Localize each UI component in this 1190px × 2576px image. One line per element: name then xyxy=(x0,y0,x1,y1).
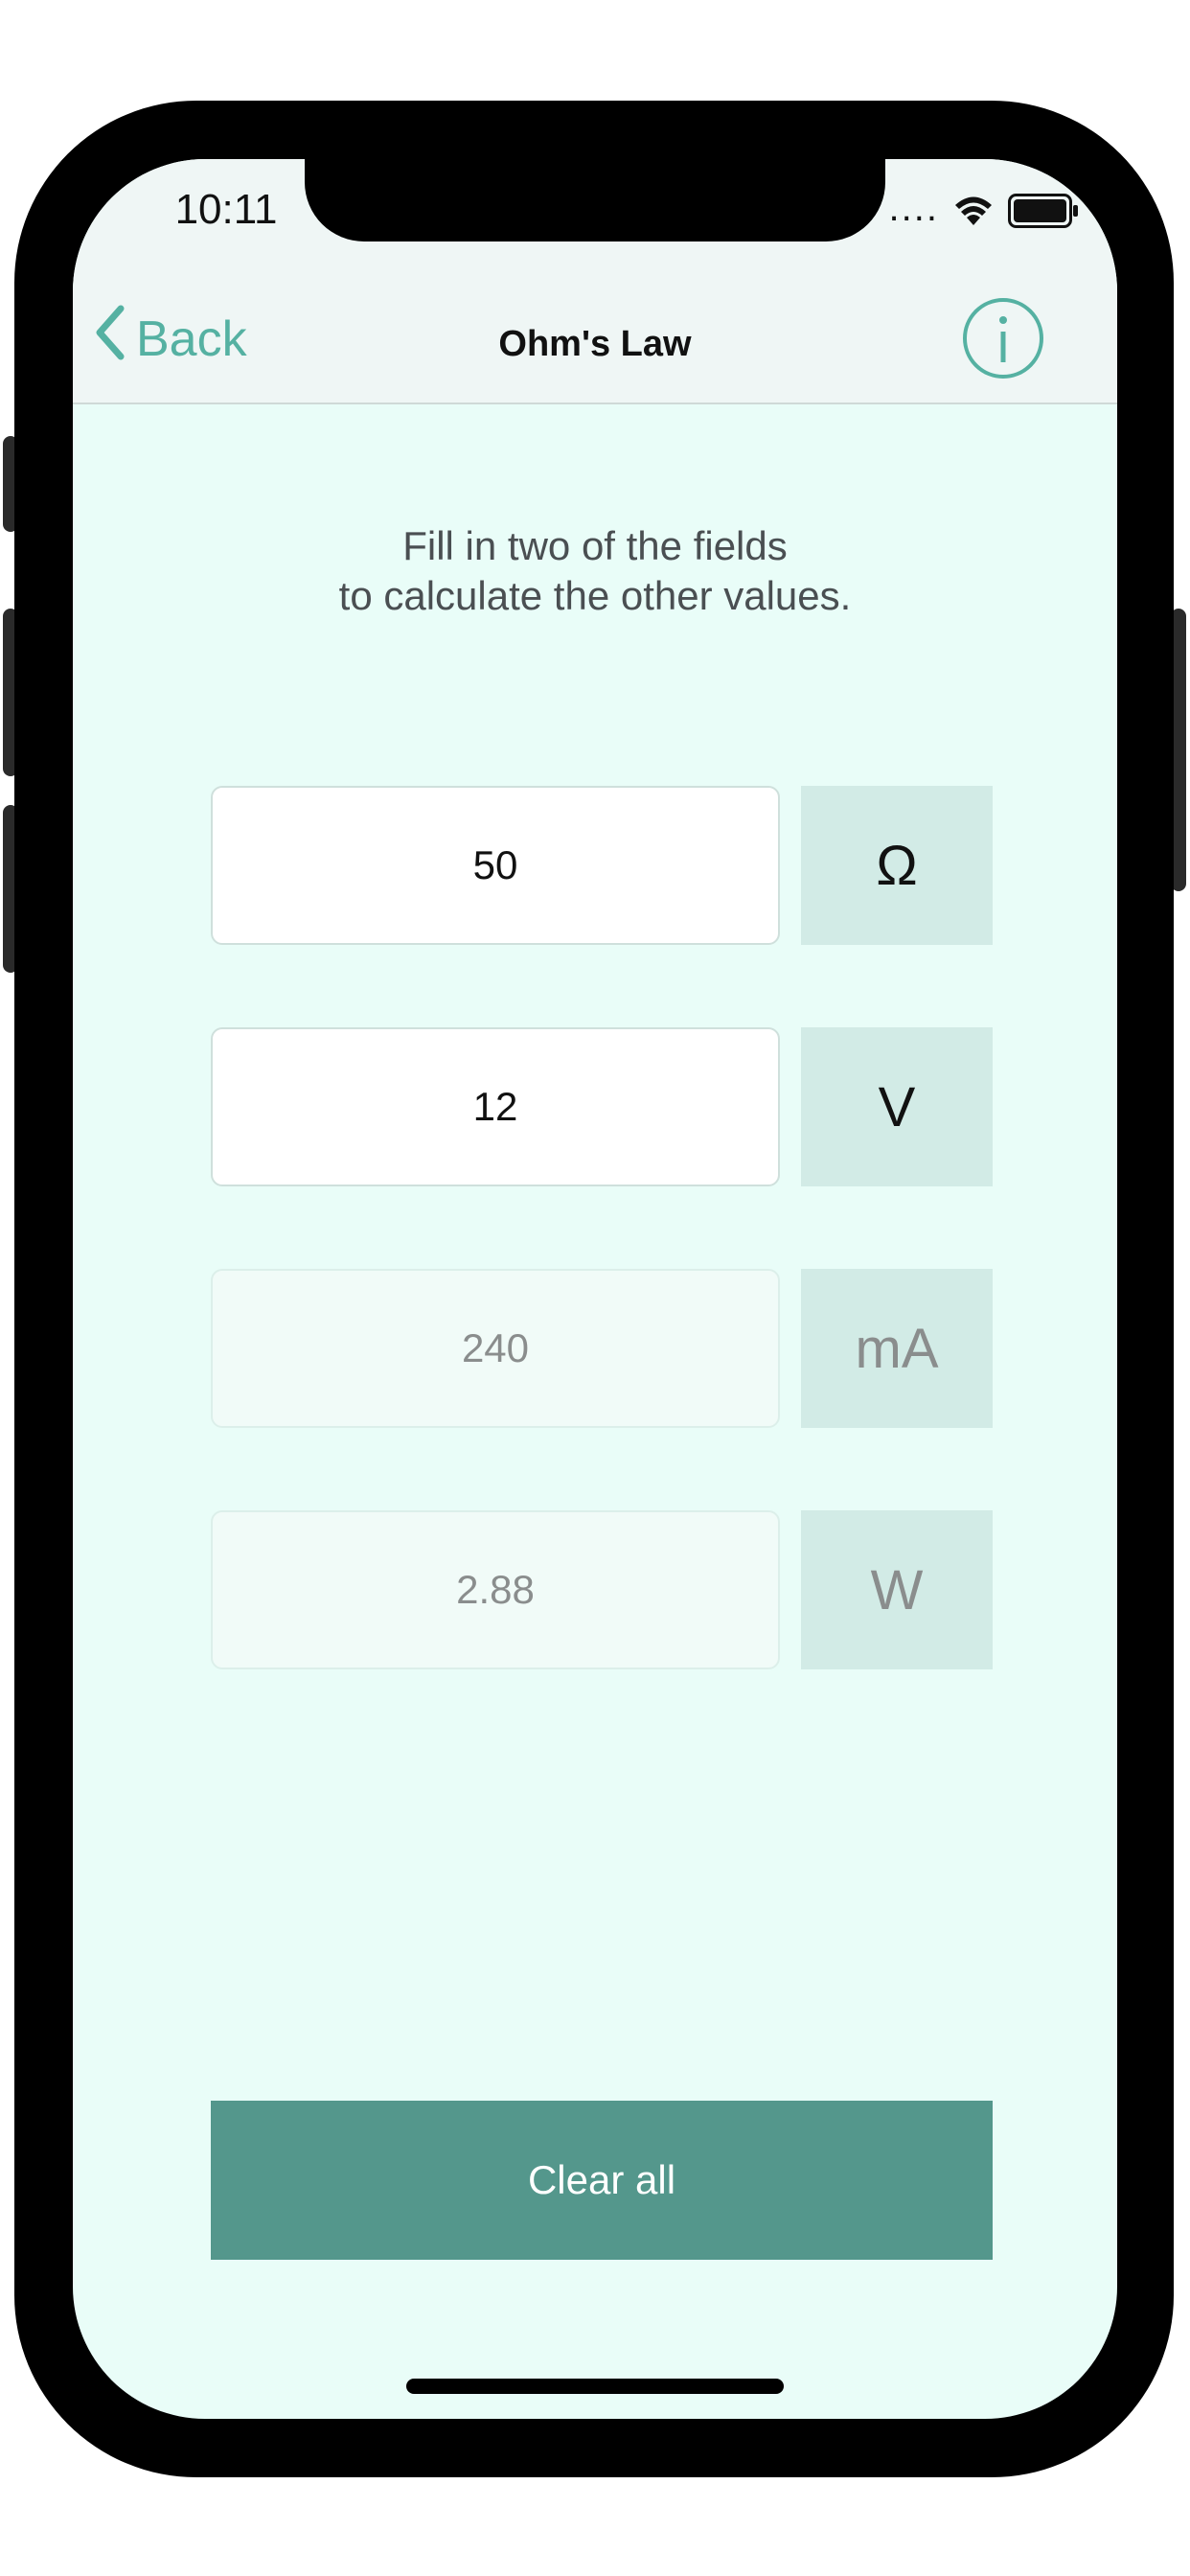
phone-notch xyxy=(305,159,885,242)
current-input[interactable] xyxy=(211,1269,780,1428)
wifi-icon xyxy=(952,195,995,232)
status-indicators: .... xyxy=(888,186,1079,233)
instructions-line-2: to calculate the other values. xyxy=(338,573,852,618)
resistance-input[interactable] xyxy=(211,786,780,945)
status-time: 10:11 xyxy=(174,186,278,233)
voltage-row: V xyxy=(211,1027,993,1186)
signal-dots: .... xyxy=(888,186,939,229)
resistance-row: Ω xyxy=(211,786,993,945)
current-row: mA xyxy=(211,1269,993,1428)
page-title: Ohm's Law xyxy=(498,324,692,364)
power-input[interactable] xyxy=(211,1510,780,1669)
instructions-text: Fill in two of the fields to calculate t… xyxy=(73,521,1117,621)
volt-unit-label: V xyxy=(801,1027,993,1186)
home-indicator[interactable] xyxy=(406,2379,784,2394)
info-icon xyxy=(963,298,1043,379)
milliamp-unit-label: mA xyxy=(801,1269,993,1428)
info-button[interactable] xyxy=(962,297,1044,380)
watt-unit-label: W xyxy=(801,1510,993,1669)
instructions-line-1: Fill in two of the fields xyxy=(402,523,788,568)
power-row: W xyxy=(211,1510,993,1669)
clear-all-button[interactable]: Clear all xyxy=(211,2101,993,2260)
app-screen: 10:11 .... Back Ohm's Law Fill in two of… xyxy=(73,159,1117,2419)
voltage-input[interactable] xyxy=(211,1027,780,1186)
ohm-unit-label: Ω xyxy=(801,786,993,945)
battery-icon xyxy=(1008,194,1079,233)
